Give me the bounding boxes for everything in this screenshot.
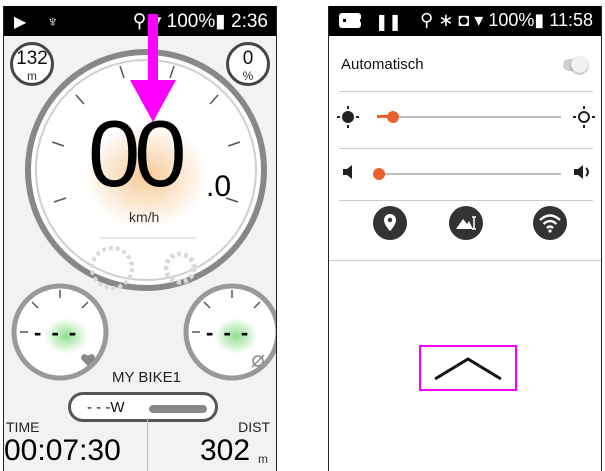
volume-slider-thumb[interactable] (373, 168, 385, 180)
location-tile[interactable] (373, 206, 407, 240)
auto-brightness-toggle-knob[interactable] (571, 56, 588, 73)
bike-name: MY BIKE1 (112, 369, 181, 386)
time-value: 00:07:30 (4, 434, 121, 467)
status-bar: ▶ ♆ ⚲ ▾ 100%▮ 2:36 (4, 6, 276, 36)
auto-brightness-label: Automatisch (341, 56, 424, 73)
location-icon (384, 214, 396, 231)
divider (339, 148, 593, 149)
volume-low-icon (343, 165, 352, 179)
location-icon: ⚲ (132, 11, 147, 32)
time-label: TIME (6, 419, 40, 435)
quick-settings-screen: ❚❚ ⚲ ∗ ◘ ▾ 100%▮ 11:58 Automatisch (328, 6, 602, 471)
altitude-unit: m (27, 69, 37, 83)
brightness-slider-thumb[interactable] (387, 111, 399, 123)
location-icon: ⚲ (420, 10, 434, 30)
brightness-high-icon (573, 106, 595, 128)
landscape-icon (456, 216, 476, 230)
brightness-low-icon (337, 106, 359, 128)
field-divider (147, 418, 148, 471)
altitude-value: 132 (16, 48, 48, 69)
power-pill[interactable]: - - -W (68, 392, 218, 422)
speed-decimal: .0 (206, 170, 232, 203)
grade-badge[interactable]: 0 % (226, 42, 270, 86)
status-bar: ❚❚ ⚲ ∗ ◘ ▾ 100%▮ 11:58 (329, 6, 601, 36)
wifi-icon (539, 214, 561, 233)
heart-rate-value: - - - (34, 320, 79, 345)
divider (339, 200, 593, 201)
altitude-badge[interactable]: 132 m (10, 42, 54, 86)
grade-unit: % (242, 69, 254, 83)
dist-value: 302 (200, 434, 251, 467)
power-value: - - -W (87, 399, 125, 416)
grade-value: 0 (242, 48, 254, 69)
battery-icon: ▮ (534, 10, 545, 30)
landscape-tile[interactable] (449, 206, 483, 240)
navigation-arrow-icon: ▶ (14, 14, 27, 31)
brightness-slider-track[interactable] (377, 116, 561, 118)
vibrate-icon: ◘ (458, 10, 470, 30)
dist-unit: m (258, 452, 268, 466)
speed-unit: km/h (129, 209, 160, 225)
clock: 2:36 (231, 11, 268, 32)
volume-slider-track[interactable] (377, 173, 561, 175)
highlight-arrow (148, 14, 158, 82)
bluetooth-icon: ∗ (438, 10, 454, 30)
divider (339, 91, 593, 92)
battery-icon: ▮ (215, 11, 226, 32)
clock: 11:58 (549, 10, 593, 30)
chevron-up-icon (434, 357, 502, 381)
highlight-arrow-head (130, 80, 176, 122)
cycling-dashboard-screen: ▶ ♆ ⚲ ▾ 100%▮ 2:36 132 m 0 % 00 .0 km/h … (3, 6, 277, 471)
wifi-tile[interactable] (533, 206, 567, 240)
divider (329, 260, 601, 261)
battery-level: 100% (166, 11, 216, 32)
collapse-button[interactable] (419, 345, 517, 391)
power-bar (149, 405, 207, 413)
pin-icon: ♆ (46, 14, 59, 31)
cadence-value: - - - (206, 320, 251, 345)
message-icon (339, 13, 363, 28)
dist-label: DIST (238, 419, 270, 435)
pause-icon: ❚❚ (375, 14, 402, 31)
battery-level: 100% (488, 10, 535, 30)
wifi-icon: ▾ (474, 10, 484, 30)
volume-high-icon (574, 165, 589, 179)
